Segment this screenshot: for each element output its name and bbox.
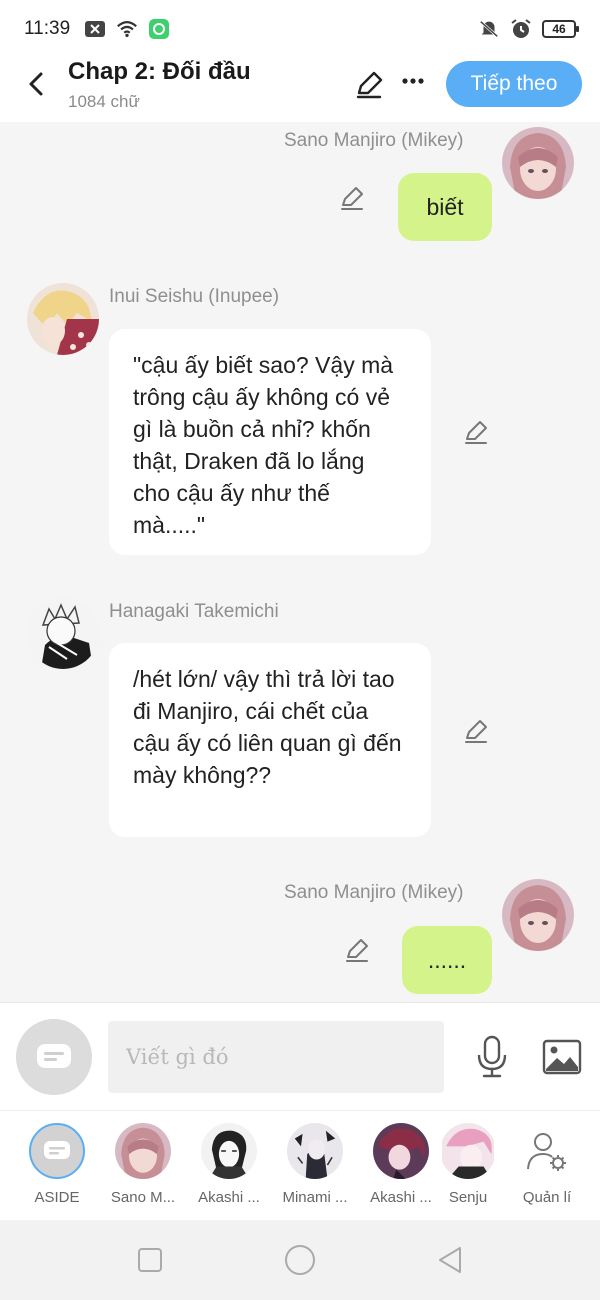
pencil-icon: [346, 939, 368, 962]
pencil-icon: [356, 71, 383, 99]
word-count: 1084 chữ: [68, 92, 140, 111]
microphone-button[interactable]: [472, 1033, 512, 1081]
pencil-icon: [465, 720, 487, 743]
message-input[interactable]: [108, 1021, 444, 1093]
edit-message-button[interactable]: [462, 718, 490, 746]
home-button[interactable]: [282, 1242, 318, 1278]
insert-image-button[interactable]: [540, 1037, 584, 1077]
character-label: ASIDE: [34, 1189, 80, 1206]
image-icon: [542, 1039, 582, 1075]
avatar-mikey-icon: [502, 127, 574, 199]
speaker-name: Sano Manjiro (Mikey): [284, 882, 464, 903]
edit-message-button[interactable]: [462, 419, 490, 447]
avatar-takemichi-icon: [27, 597, 99, 669]
avatar: [287, 1123, 343, 1179]
manage-characters-button[interactable]: Quản lí: [506, 1123, 588, 1206]
chapter-header: Chap 2: Đối đầu 1084 chữ Tiếp theo: [0, 58, 600, 122]
app-icon: [148, 18, 170, 40]
character-akashi[interactable]: Akashi ...: [188, 1123, 270, 1206]
pencil-icon: [465, 421, 487, 444]
character-sano[interactable]: Sano M...: [102, 1123, 184, 1206]
character-minami[interactable]: Minami ...: [274, 1123, 356, 1206]
page-title: Chap 2: Đối đầu: [68, 58, 251, 85]
recent-apps-button[interactable]: [132, 1242, 168, 1278]
avatar-mikey-icon: [115, 1123, 171, 1179]
avatar[interactable]: [27, 597, 99, 669]
avatar: [373, 1123, 429, 1179]
square-icon: [138, 1248, 162, 1272]
avatar: [442, 1123, 494, 1179]
composer-bar: [0, 1002, 600, 1110]
character-akashi-2[interactable]: Akashi ...: [360, 1123, 442, 1206]
message-bubble[interactable]: /hét lớn/ vậy thì trả lời tao đi Manjiro…: [109, 643, 431, 837]
character-label: Akashi ...: [198, 1189, 260, 1206]
battery-indicator: 46: [542, 20, 579, 38]
microphone-icon: [477, 1035, 507, 1078]
avatar[interactable]: [27, 283, 99, 355]
avatar-minami-icon: [287, 1123, 343, 1179]
edit-chapter-button[interactable]: [352, 68, 386, 102]
character-senju[interactable]: Senju: [442, 1123, 494, 1206]
avatar-akashi-2-icon: [373, 1123, 429, 1179]
avatar: [115, 1123, 171, 1179]
chat-bubble-icon: [44, 1141, 70, 1159]
more-dots-icon: [402, 78, 424, 84]
edit-message-button[interactable]: [343, 937, 371, 965]
character-label: Senju: [448, 1189, 488, 1206]
notification-icon: [84, 18, 106, 40]
message-bubble[interactable]: ......: [402, 926, 492, 994]
character-label: Minami ...: [282, 1189, 348, 1206]
character-label: Quản lí: [522, 1189, 572, 1206]
speaker-name: Sano Manjiro (Mikey): [284, 130, 464, 151]
avatar-inupee-icon: [27, 283, 99, 355]
avatar[interactable]: [502, 879, 574, 951]
avatar-mikey-icon: [502, 879, 574, 951]
avatar: [201, 1123, 257, 1179]
status-time: 11:39: [24, 18, 71, 39]
next-chapter-button[interactable]: Tiếp theo: [446, 61, 582, 107]
circle-icon: [285, 1245, 315, 1275]
chevron-left-icon: [29, 72, 43, 96]
character-label: Akashi ...: [370, 1189, 432, 1206]
edit-message-button[interactable]: [338, 185, 366, 213]
speaker-name: Hanagaki Takemichi: [109, 601, 279, 622]
speaker-name: Inui Seishu (Inupee): [109, 286, 280, 307]
character-label: Sano M...: [110, 1189, 176, 1206]
character-selector: ASIDE Sano M... Akashi ... Minami ... Ak…: [0, 1110, 600, 1220]
system-nav-bar: [0, 1220, 600, 1300]
status-bar: 11:39 46: [0, 0, 600, 58]
pencil-icon: [341, 187, 363, 210]
avatar: [29, 1123, 85, 1179]
more-options-button[interactable]: [398, 64, 428, 98]
alarm-icon: [510, 18, 532, 40]
manage-icon-wrap: [519, 1123, 575, 1179]
back-button[interactable]: [20, 68, 52, 100]
wifi-icon: [116, 18, 138, 40]
message-bubble[interactable]: biết: [398, 173, 492, 241]
chat-area[interactable]: Sano Manjiro (Mikey) biết Inui Seishu (I…: [0, 122, 600, 1002]
chat-bubble-icon: [37, 1044, 71, 1068]
message-bubble[interactable]: "cậu ấy biết sao? Vậy mà trông cậu ấy kh…: [109, 329, 431, 555]
avatar-akashi-icon: [201, 1123, 257, 1179]
back-nav-button[interactable]: [432, 1242, 468, 1278]
character-aside[interactable]: ASIDE: [16, 1123, 98, 1206]
avatar[interactable]: [502, 127, 574, 199]
user-settings-icon: [527, 1133, 566, 1171]
aside-toggle-button[interactable]: [16, 1019, 92, 1095]
avatar-senju-icon: [442, 1123, 494, 1179]
mute-icon: [478, 18, 500, 40]
triangle-back-icon: [439, 1247, 461, 1273]
